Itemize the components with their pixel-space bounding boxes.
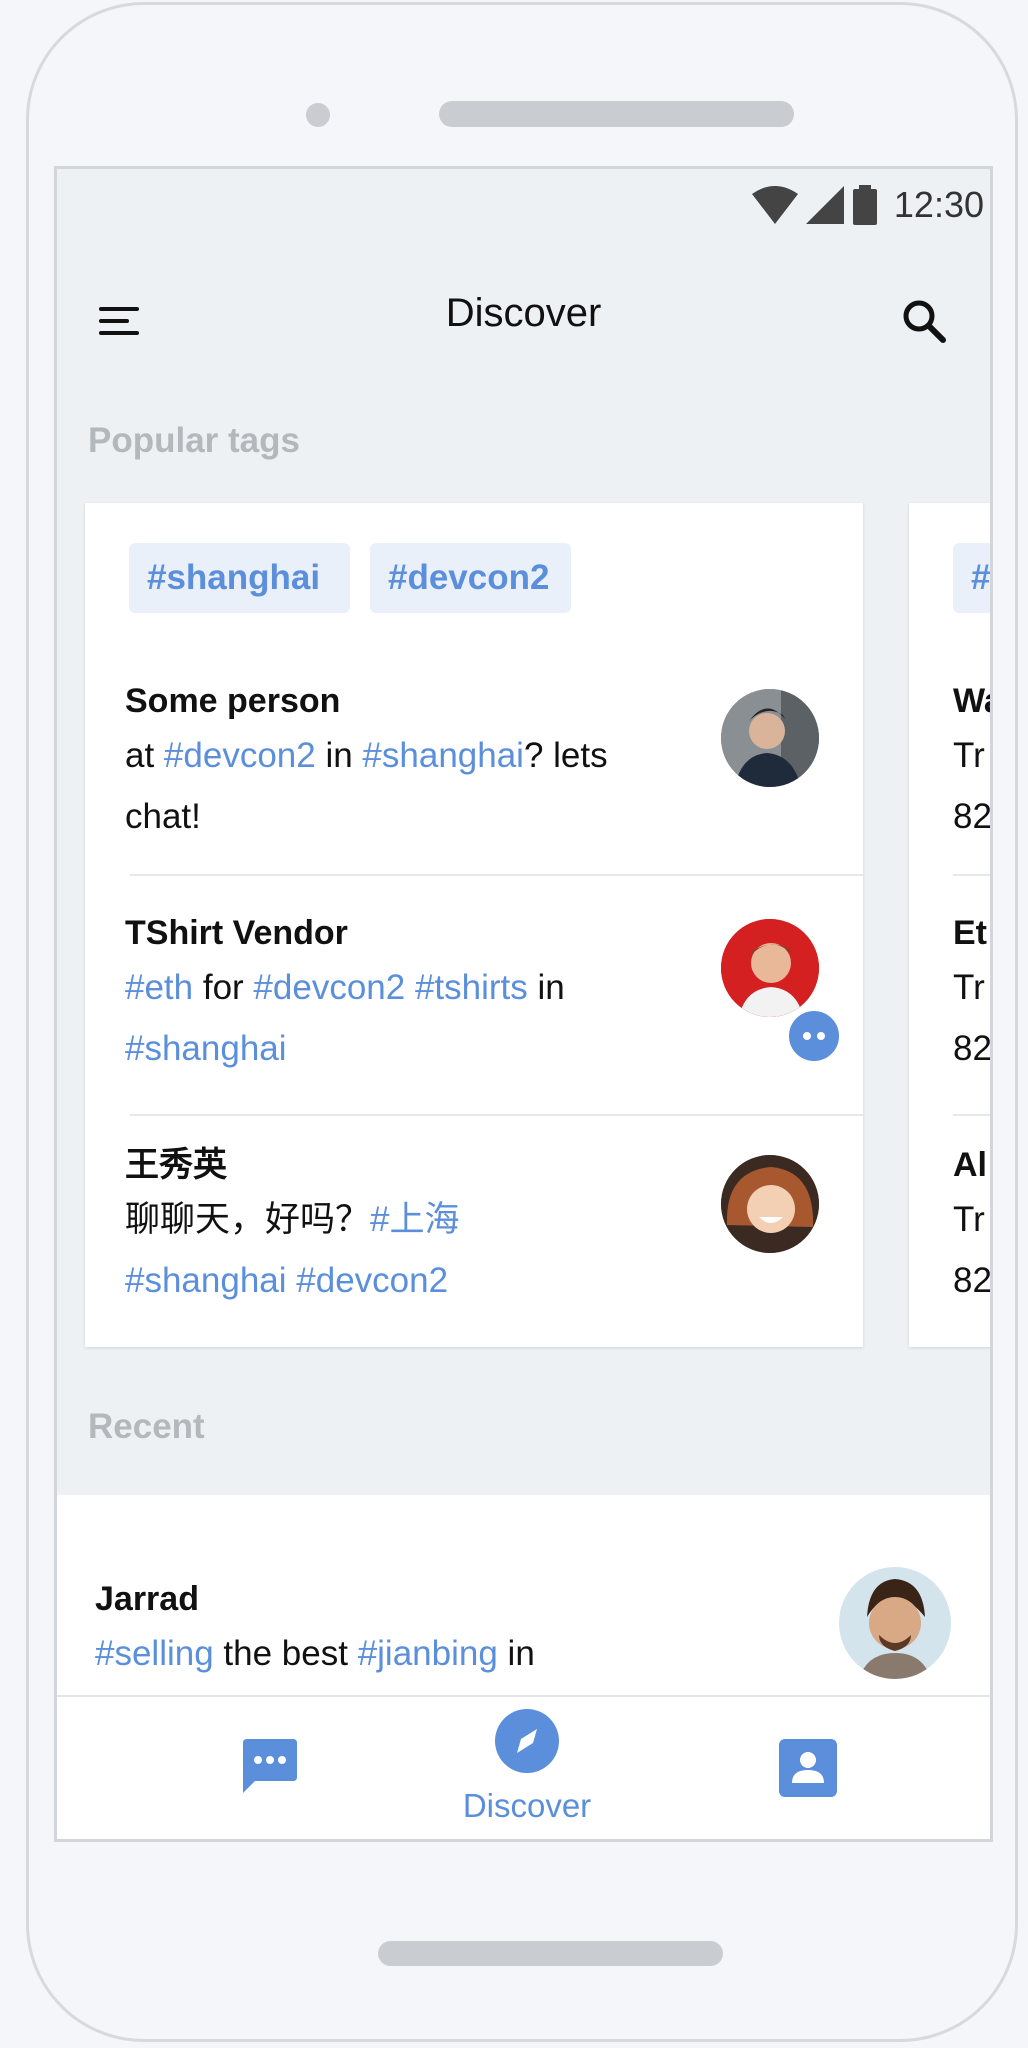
divider bbox=[130, 1114, 863, 1116]
divider bbox=[953, 874, 990, 876]
page-title: Discover bbox=[445, 291, 602, 335]
hashtag-link[interactable]: #devcon2 bbox=[253, 968, 405, 1007]
nav-item-chats[interactable] bbox=[157, 1697, 377, 1839]
message-text: 聊聊天，好吗？#上海 bbox=[125, 1189, 705, 1250]
divider bbox=[953, 1114, 990, 1116]
message-text: 82 bbox=[953, 1261, 992, 1300]
status-time: 12:30 bbox=[893, 184, 984, 225]
tag-chip[interactable]: # bbox=[953, 543, 990, 613]
message-text: #shanghai #devcon2 bbox=[125, 1250, 705, 1311]
tag-card[interactable]: # Wa Tr 82 Et Tr 82 Al Tr 82 bbox=[909, 503, 992, 1347]
message-fragment: in bbox=[527, 968, 565, 1007]
sender-name: 王秀英 bbox=[125, 1146, 227, 1184]
avatar bbox=[721, 919, 819, 1017]
message-item[interactable]: Et Tr 82 bbox=[953, 913, 992, 1079]
message-fragment: ? lets bbox=[523, 736, 608, 775]
hashtag-link[interactable]: #jianbing bbox=[358, 1634, 498, 1673]
app-screen: 12:30 Discover Popular tags #shanghai #d… bbox=[54, 166, 993, 1842]
sender-name: Jarrad bbox=[95, 1580, 199, 1618]
message-fragment bbox=[405, 968, 415, 1007]
bottom-navigation: Discover bbox=[57, 1695, 990, 1839]
nav-label: Discover bbox=[462, 1787, 592, 1824]
divider bbox=[130, 874, 863, 876]
message-item[interactable]: Al Tr 82 bbox=[953, 1145, 992, 1311]
signal-icon bbox=[805, 186, 844, 224]
sender-name: Al bbox=[953, 1146, 987, 1184]
hashtag-link[interactable]: #shanghai bbox=[125, 1261, 287, 1300]
popular-tags-heading: Popular tags bbox=[88, 421, 300, 460]
front-camera bbox=[306, 103, 330, 127]
message-item[interactable]: Wa Tr 82 bbox=[953, 681, 992, 847]
chat-icon bbox=[243, 1739, 297, 1793]
avatar bbox=[839, 1567, 951, 1679]
message-text: Tr bbox=[953, 968, 985, 1007]
bot-badge bbox=[785, 1007, 843, 1065]
nav-item-discover[interactable]: Discover bbox=[417, 1697, 637, 1839]
search-button[interactable] bbox=[892, 289, 956, 353]
hashtag-link[interactable]: #shanghai bbox=[362, 736, 524, 775]
hashtag-link[interactable]: #devcon2 bbox=[164, 736, 316, 775]
wifi-icon bbox=[751, 186, 798, 224]
message-item[interactable]: Some person at #devcon2 in #shanghai? le… bbox=[125, 681, 705, 847]
hashtag-link[interactable]: #shanghai bbox=[125, 1029, 287, 1068]
message-fragment: the best bbox=[213, 1634, 358, 1673]
message-text: at #devcon2 in #shanghai? lets bbox=[125, 725, 705, 786]
sender-name: Some person bbox=[125, 682, 341, 720]
tag-chip[interactable]: #devcon2 bbox=[370, 543, 571, 613]
nav-item-profile[interactable] bbox=[697, 1697, 917, 1839]
message-text: #selling the best #jianbing in bbox=[95, 1623, 655, 1684]
message-item[interactable]: TShirt Vendor #eth for #devcon2 #tshirts… bbox=[125, 913, 705, 1079]
message-text: 82 bbox=[953, 1029, 992, 1068]
message-text: #shanghai bbox=[125, 1018, 705, 1079]
status-bar: 12:30 bbox=[751, 183, 984, 227]
tag-chip[interactable]: #shanghai bbox=[129, 543, 350, 613]
message-text: Tr bbox=[953, 736, 985, 775]
message-fragment: in bbox=[315, 736, 363, 775]
sender-name: Et bbox=[953, 914, 987, 952]
app-bar: Discover bbox=[57, 261, 990, 381]
tag-card[interactable]: #shanghai #devcon2 Some person at #devco… bbox=[85, 503, 863, 1347]
message-text: 82 bbox=[953, 797, 992, 836]
hashtag-link[interactable]: #devcon2 bbox=[296, 1261, 448, 1300]
message-text: Tr bbox=[953, 1200, 985, 1239]
search-icon bbox=[903, 300, 946, 343]
message-fragment: chat! bbox=[125, 797, 201, 836]
message-fragment: 聊聊天，好吗？ bbox=[125, 1200, 371, 1239]
hashtag-link[interactable]: #eth bbox=[125, 968, 193, 1007]
profile-icon bbox=[779, 1739, 837, 1797]
avatar bbox=[721, 1155, 819, 1253]
message-fragment: for bbox=[193, 968, 254, 1007]
hashtag-link[interactable]: #tshirts bbox=[415, 968, 528, 1007]
avatar bbox=[721, 689, 819, 787]
message-item[interactable]: 王秀英 聊聊天，好吗？#上海 #shanghai #devcon2 bbox=[125, 1145, 705, 1311]
compass-icon bbox=[495, 1709, 559, 1773]
message-fragment: in bbox=[497, 1634, 535, 1673]
recent-list: Jarrad #selling the best #jianbing in #s… bbox=[57, 1495, 990, 1734]
message-text: #eth for #devcon2 #tshirts in bbox=[125, 957, 705, 1018]
battery-icon bbox=[852, 185, 877, 225]
message-text: chat! bbox=[125, 786, 705, 847]
message-fragment: at bbox=[125, 736, 164, 775]
hashtag-link[interactable]: #上海 bbox=[370, 1200, 459, 1239]
home-indicator bbox=[378, 1941, 723, 1966]
earpiece-speaker bbox=[439, 101, 794, 127]
message-fragment bbox=[287, 1261, 297, 1300]
recent-heading: Recent bbox=[88, 1407, 205, 1446]
sender-name: TShirt Vendor bbox=[125, 914, 348, 952]
sender-name: Wa bbox=[953, 682, 990, 720]
hashtag-link[interactable]: #selling bbox=[95, 1634, 214, 1673]
